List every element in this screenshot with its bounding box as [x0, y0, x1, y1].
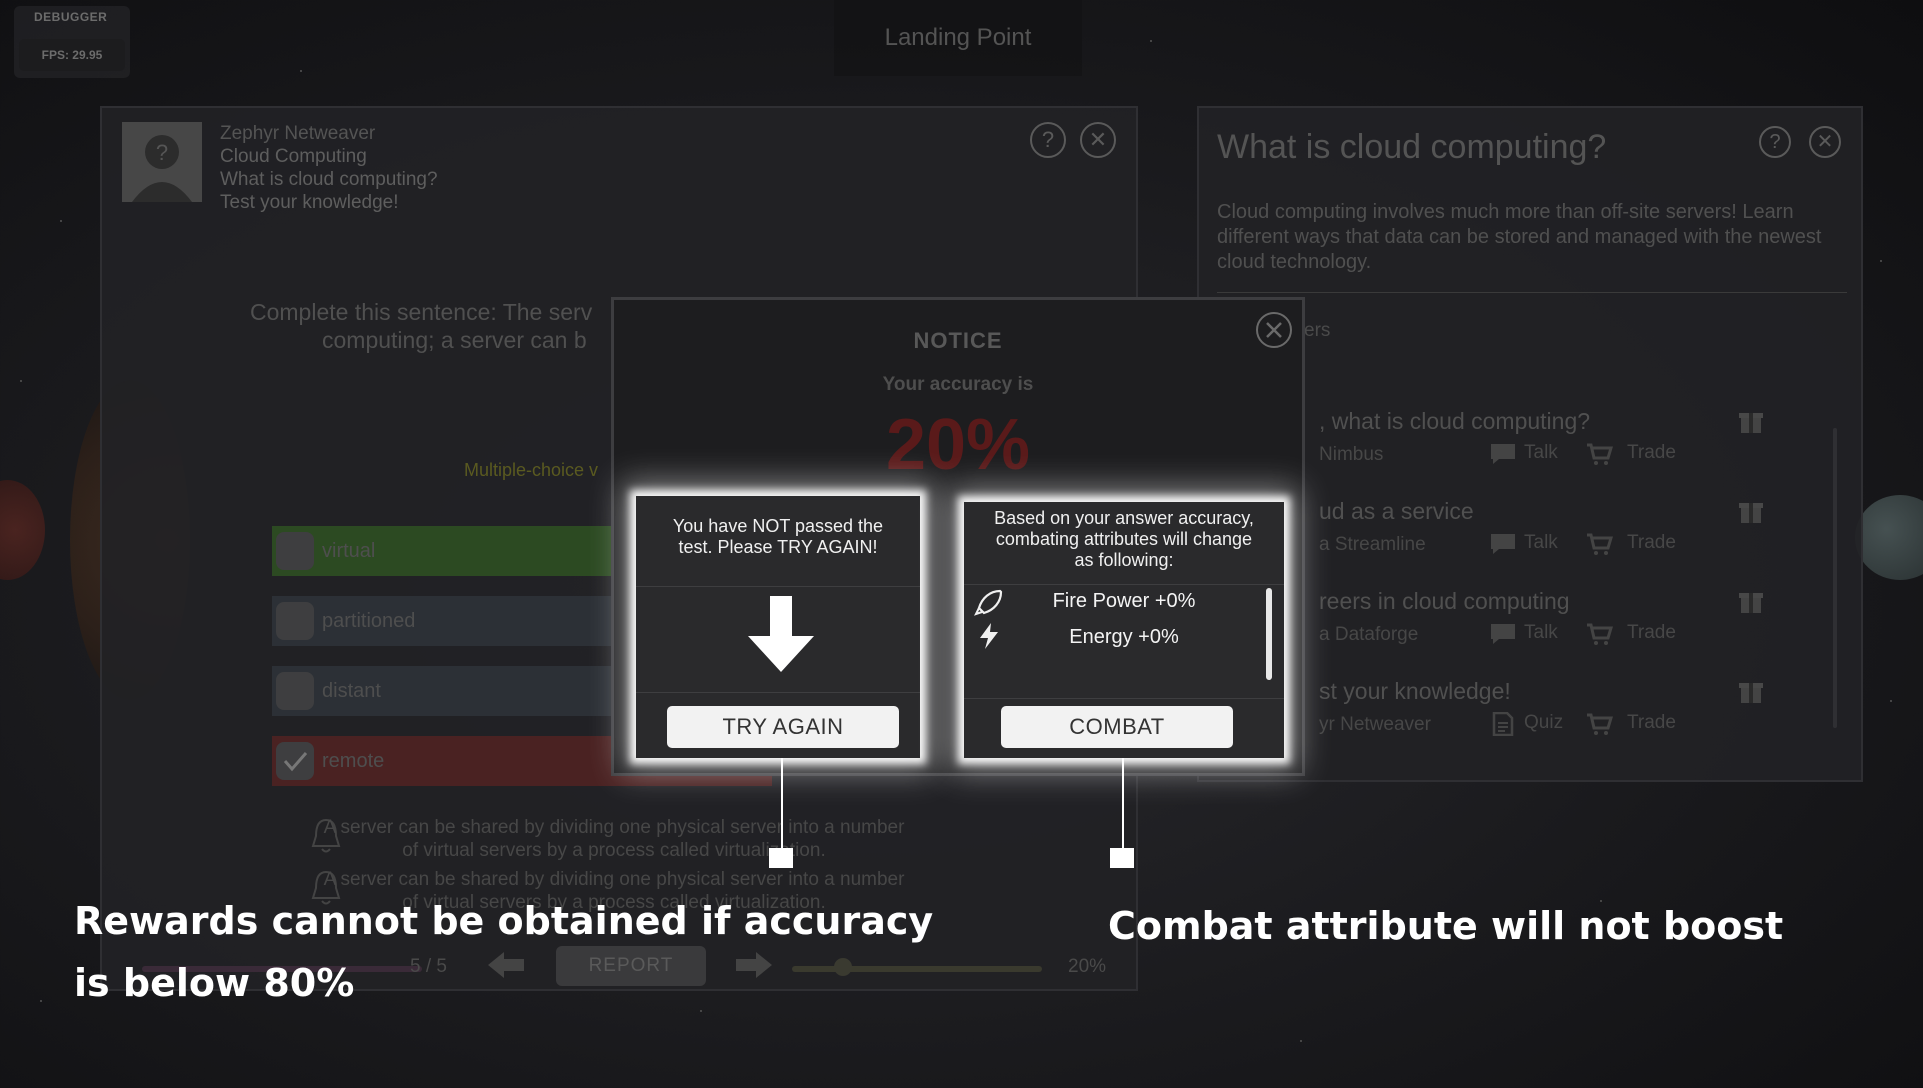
- svg-text:?: ?: [156, 140, 168, 165]
- callout-line: [781, 758, 783, 858]
- slider-value: 20%: [1068, 956, 1107, 977]
- accuracy-value: 20%: [885, 405, 1031, 485]
- divider: [1217, 292, 1847, 293]
- cart-icon[interactable]: [1585, 712, 1613, 736]
- quest-action[interactable]: Talk: [1524, 442, 1558, 464]
- checkbox[interactable]: [276, 532, 314, 570]
- background-moon: [1855, 495, 1923, 580]
- quest-action[interactable]: Talk: [1524, 532, 1558, 554]
- checkbox-checked[interactable]: [276, 742, 314, 780]
- checkmark-icon: [283, 752, 308, 772]
- npc-dialog: Zephyr Netweaver Cloud Computing What is…: [220, 122, 438, 214]
- callout-marker: [769, 848, 793, 868]
- close-icon[interactable]: ✕: [1809, 126, 1841, 158]
- checkbox[interactable]: [276, 672, 314, 710]
- debugger-panel: DEBUGGER FPS: 29.95: [14, 6, 130, 78]
- hint-text: A server can be shared by dividing one p…: [323, 817, 905, 861]
- tab-label[interactable]: ers: [1304, 320, 1330, 342]
- quest-action[interactable]: Trade: [1627, 622, 1676, 644]
- close-icon[interactable]: [1256, 312, 1292, 348]
- quest-action[interactable]: Trade: [1627, 442, 1676, 464]
- npc-avatar: ?: [122, 122, 202, 202]
- quest-npc: Nimbus: [1319, 444, 1384, 465]
- divider: [636, 586, 920, 587]
- quest-title: reers in cloud computing: [1319, 588, 1570, 614]
- chat-icon[interactable]: [1489, 532, 1517, 556]
- npc-name: Zephyr Netweaver: [220, 123, 376, 144]
- quest-action[interactable]: Trade: [1627, 712, 1676, 734]
- quest-npc: a Dataforge: [1319, 624, 1419, 645]
- gift-icon[interactable]: [1739, 498, 1763, 524]
- attributes-card: Based on your answer accuracy, combating…: [964, 502, 1284, 758]
- modal-title: NOTICE: [913, 328, 1003, 353]
- debugger-title: DEBUGGER: [34, 10, 108, 24]
- quest-item[interactable]: , what is cloud computing? Nimbus Talk T…: [1219, 408, 1819, 498]
- caption-line: is below 80%: [74, 961, 355, 1005]
- gift-icon[interactable]: [1739, 408, 1763, 434]
- try-again-button[interactable]: TRY AGAIN: [667, 706, 899, 748]
- scrollbar[interactable]: [1833, 428, 1837, 728]
- callout-marker: [1110, 848, 1134, 868]
- fps-readout: FPS: 29.95: [19, 39, 125, 71]
- cart-icon[interactable]: [1585, 532, 1613, 556]
- document-icon[interactable]: [1489, 712, 1517, 736]
- quest-item[interactable]: ud as a service a Streamline Talk Trade: [1219, 498, 1819, 588]
- divider: [964, 584, 1284, 585]
- scrollbar[interactable]: [1266, 588, 1272, 680]
- quest-title: ud as a service: [1319, 498, 1474, 524]
- npc-line: Test your knowledge!: [220, 192, 399, 213]
- caption-rewards: Rewards cannot be obtained if accuracy i…: [74, 890, 933, 1014]
- background-planet-small: [0, 480, 45, 580]
- question-type-label: Multiple-choice v: [464, 460, 599, 480]
- fail-message: You have NOT passed the test. Please TRY…: [672, 516, 884, 557]
- gift-icon[interactable]: [1739, 678, 1763, 704]
- topic-description: Cloud computing involves much more than …: [1217, 201, 1822, 273]
- attribute-energy: Energy +0%: [1069, 626, 1179, 648]
- divider: [636, 692, 920, 693]
- callout-line: [1122, 758, 1124, 858]
- help-icon[interactable]: ?: [1030, 122, 1066, 158]
- caption-line: Rewards cannot be obtained if accuracy: [74, 899, 934, 943]
- quest-item[interactable]: st your knowledge! yr Netweaver Quiz Tra…: [1219, 678, 1819, 768]
- close-icon[interactable]: ✕: [1080, 122, 1116, 158]
- combat-button[interactable]: COMBAT: [1001, 706, 1233, 748]
- quest-action[interactable]: Trade: [1627, 532, 1676, 554]
- answer-label: partitioned: [322, 610, 416, 632]
- chat-icon[interactable]: [1489, 622, 1517, 646]
- location-label: Landing Point: [834, 0, 1082, 76]
- answer-label: virtual: [322, 540, 376, 562]
- npc-line: Cloud Computing: [220, 146, 367, 167]
- help-icon[interactable]: ?: [1759, 126, 1791, 158]
- npc-line: What is cloud computing?: [220, 169, 438, 190]
- accuracy-label: Your accuracy is: [882, 374, 1034, 395]
- quest-action[interactable]: Talk: [1524, 622, 1558, 644]
- quest-npc: yr Netweaver: [1319, 714, 1431, 735]
- answer-label: remote: [322, 750, 385, 772]
- quest-title: st your knowledge!: [1319, 678, 1511, 704]
- quest-title: , what is cloud computing?: [1319, 408, 1591, 434]
- checkbox[interactable]: [276, 602, 314, 640]
- divider: [964, 698, 1284, 699]
- quest-npc: a Streamline: [1319, 534, 1426, 555]
- fail-card: You have NOT passed the test. Please TRY…: [636, 496, 920, 758]
- attribute-fire-power: Fire Power +0%: [1052, 590, 1196, 612]
- caption-combat: Combat attribute will not boost: [1108, 904, 1784, 948]
- cart-icon[interactable]: [1585, 622, 1613, 646]
- quest-item[interactable]: reers in cloud computing a Dataforge Tal…: [1219, 588, 1819, 678]
- topic-title: What is cloud computing?: [1217, 128, 1607, 166]
- cart-icon[interactable]: [1585, 442, 1613, 466]
- attributes-message: Based on your answer accuracy, combating…: [994, 508, 1254, 570]
- chat-icon[interactable]: [1489, 442, 1517, 466]
- quest-action[interactable]: Quiz: [1524, 712, 1563, 734]
- gift-icon[interactable]: [1739, 588, 1763, 614]
- down-arrow-icon: [748, 596, 814, 672]
- answer-label: distant: [322, 680, 381, 702]
